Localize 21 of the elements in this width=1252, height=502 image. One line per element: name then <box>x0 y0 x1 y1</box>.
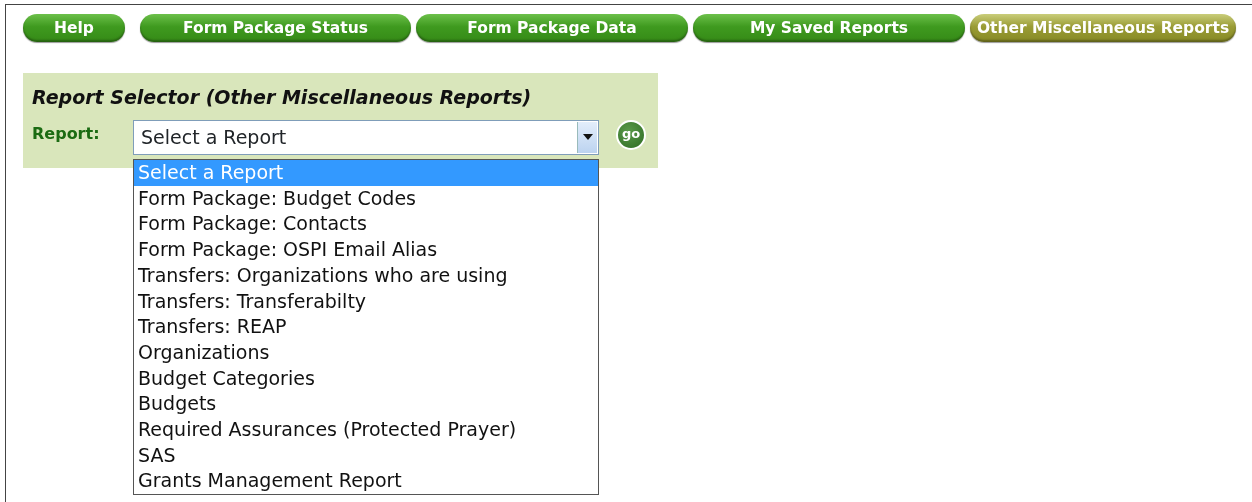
dropdown-option[interactable]: Budgets <box>134 391 598 418</box>
dropdown-option[interactable]: Transfers: REAP <box>134 314 598 340</box>
report-dropdown[interactable]: Select a Report <box>133 119 599 155</box>
report-label: Report: <box>32 122 101 145</box>
nav-tab[interactable]: Form Package Status <box>140 14 411 42</box>
go-button[interactable]: go <box>616 119 646 150</box>
dropdown-option[interactable]: Required Assurances (Protected Prayer) <box>134 417 598 443</box>
panel-title: Report Selector (Other Miscellaneous Reports) <box>32 85 533 110</box>
dropdown-option[interactable]: Transfers: Transferabilty <box>134 288 598 315</box>
dropdown-option[interactable]: Grants Management Report <box>134 468 598 495</box>
nav-tab[interactable]: Form Package Data <box>416 14 688 42</box>
dropdown-option[interactable]: Form Package: Budget Codes <box>134 185 598 212</box>
dropdown-option[interactable]: SAS <box>134 442 598 469</box>
nav-tab[interactable]: My Saved Reports <box>693 14 965 42</box>
dropdown-option[interactable]: Budget Categories <box>134 365 598 392</box>
dropdown-option[interactable]: Transfers: Organizations who are using <box>134 262 598 289</box>
dropdown-option[interactable]: Form Package: OSPI Email Alias <box>134 237 598 263</box>
dropdown-option[interactable]: Form Package: Contacts <box>134 211 598 238</box>
nav-tab[interactable]: Help <box>23 14 125 42</box>
dropdown-option[interactable]: Organizations <box>134 339 598 366</box>
dropdown-arrow-icon <box>582 134 593 140</box>
